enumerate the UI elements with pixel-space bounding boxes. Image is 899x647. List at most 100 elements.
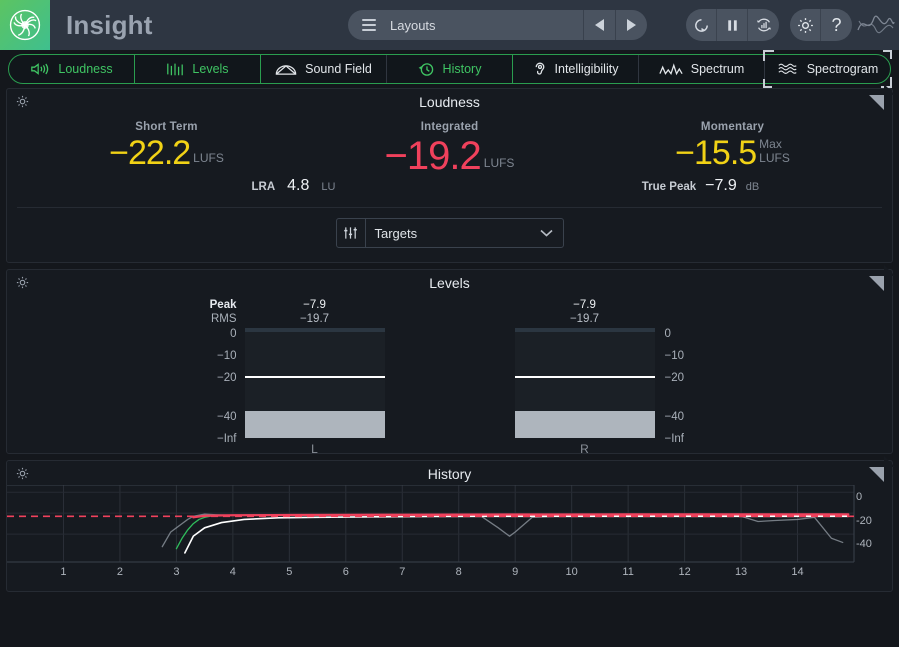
panel-title: Levels: [429, 275, 470, 291]
tab-label: Spectrum: [690, 62, 745, 76]
x-tick: 10: [565, 566, 578, 578]
tab-spectrum[interactable]: Spectrum: [639, 55, 765, 83]
reset-button[interactable]: [686, 9, 717, 41]
momentary-unit-line2: LUFS: [759, 150, 790, 165]
izotope-swirl-logo-icon: [9, 9, 41, 41]
focus-corner: [883, 50, 892, 59]
levels-panel: Levels Peak RMS −7.9 −19.7 0 −10 −20 −40…: [6, 265, 895, 456]
panel-title: History: [427, 466, 472, 482]
app-logo: [0, 0, 50, 50]
x-tick: 4: [229, 566, 236, 578]
x-tick: 3: [173, 566, 180, 578]
triangle-right-icon: [627, 19, 636, 31]
channel-label: L: [311, 442, 318, 456]
panel-header: History: [7, 456, 895, 487]
gear-icon: [16, 95, 29, 108]
x-tick: 8: [455, 566, 462, 578]
channel-label: R: [580, 442, 589, 456]
scale-tick: 0: [664, 328, 671, 340]
history-chart: [7, 485, 855, 563]
help-button[interactable]: ?: [821, 9, 852, 41]
tab-spectrogram[interactable]: Spectrogram: [763, 50, 892, 88]
targets-dropdown[interactable]: Targets: [335, 218, 564, 248]
panel-header: Loudness: [7, 84, 895, 115]
history-plot[interactable]: 0 -20 -40 1 2 3 4 5 6 7 8 9 10 11 12 13 14: [7, 485, 892, 585]
short-term-label: Short Term: [135, 121, 198, 133]
peak-label: Peak: [209, 299, 237, 311]
module-tabs: Loudness Levels Sound Field History Inte…: [8, 50, 892, 88]
x-tick: 6: [342, 566, 349, 578]
focus-corner: [763, 79, 772, 88]
loudness-readouts: Short Term −22.2 LUFS Integrated −19.2 L…: [7, 115, 892, 178]
layouts-control[interactable]: Layouts: [348, 10, 647, 40]
transport-tools: [686, 9, 779, 41]
levels-settings-button[interactable]: [15, 275, 30, 295]
lra-readout: LRA 4.8 LU: [25, 177, 467, 195]
settings-tools: ?: [790, 9, 852, 41]
integrated-unit: LUFS: [483, 156, 515, 171]
rms-value: −19.7: [299, 313, 330, 325]
y-tick: -20: [856, 515, 872, 527]
circular-reset-icon: [694, 18, 708, 32]
tab-label: Levels: [192, 62, 229, 76]
x-tick: 7: [399, 566, 406, 578]
waveform-brand-icon: [857, 15, 895, 34]
module-tabbar: Loudness Levels Sound Field History Inte…: [0, 50, 899, 88]
history-settings-button[interactable]: [15, 466, 30, 486]
tab-levels[interactable]: Levels: [135, 55, 261, 83]
tab-sound-field[interactable]: Sound Field: [261, 55, 387, 83]
integrated-value: −19.2: [384, 134, 482, 178]
meter-bar[interactable]: [514, 328, 655, 438]
clock-arrow-icon: [418, 62, 433, 76]
short-term-value: −22.2: [109, 134, 191, 172]
tab-intelligibility[interactable]: Intelligibility: [513, 55, 639, 83]
targets-label: Targets: [374, 225, 418, 241]
meter-fill: [514, 411, 655, 438]
layouts-button[interactable]: Layouts: [348, 10, 583, 40]
scale-tick: −10: [216, 350, 237, 362]
layouts-label: Layouts: [390, 17, 436, 33]
meter-reset-icon: [756, 18, 771, 32]
meter-reset-button[interactable]: [748, 9, 779, 41]
pause-button[interactable]: [717, 9, 748, 41]
x-tick: 9: [512, 566, 519, 578]
panel-title: Loudness: [419, 94, 480, 110]
gear-icon: [797, 17, 813, 33]
lra-label: LRA: [251, 181, 276, 193]
layout-prev-button[interactable]: [583, 10, 615, 40]
loudness-panel: Loudness Short Term −22.2 LUFS Integrate…: [6, 84, 895, 263]
meter-rms-line: [244, 376, 385, 378]
scale-tick: 0: [230, 328, 237, 340]
scale-tick: −10: [664, 350, 685, 362]
meter-rms-line: [514, 376, 655, 378]
loudness-settings-button[interactable]: [15, 94, 30, 114]
momentary-label: Momentary: [700, 121, 765, 133]
history-x-axis: 1 2 3 4 5 6 7 8 9 10 11 12 13 14: [7, 563, 892, 585]
scale-tick: −Inf: [664, 433, 685, 445]
meter-bar[interactable]: [244, 328, 385, 438]
scale-tick: −20: [664, 372, 685, 384]
pause-icon: [727, 19, 737, 31]
tab-label: Intelligibility: [554, 62, 619, 76]
x-tick: 13: [734, 566, 748, 578]
true-peak-label: True Peak: [641, 181, 697, 193]
history-panel: History 0 -20 -40 1 2 3 4 5 6 7 8 9 10 11 12 13 14: [6, 456, 895, 592]
dome-icon: [275, 64, 297, 75]
tab-history[interactable]: History: [387, 55, 513, 83]
meter-peak-cap: [514, 328, 655, 332]
settings-button[interactable]: [790, 9, 821, 41]
peak-value: −7.9: [573, 299, 596, 311]
integrated-readout: Integrated −19.2 LUFS: [308, 121, 591, 178]
momentary-readout: Momentary −15.5 Max LUFS: [591, 121, 874, 172]
momentary-value: −15.5: [675, 134, 757, 172]
speaker-waves-icon: [31, 63, 49, 75]
x-tick: 12: [678, 566, 691, 578]
meter-fill: [244, 411, 385, 438]
y-tick: -40: [856, 538, 872, 550]
app-header: Insight Layouts ?: [0, 0, 899, 50]
layout-next-button[interactable]: [615, 10, 647, 40]
scale-tick: −40: [664, 411, 685, 423]
tab-loudness[interactable]: Loudness: [9, 55, 135, 83]
scale-tick: −40: [216, 411, 237, 423]
bars-icon: [167, 63, 184, 76]
